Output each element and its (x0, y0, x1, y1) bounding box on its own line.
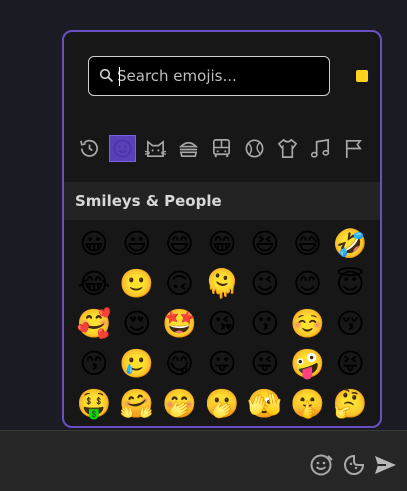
emoji-cell[interactable]: 😍 (119, 305, 155, 341)
emoji-cell[interactable]: 😶 (290, 425, 326, 426)
emoji-cell[interactable]: 😂 (76, 265, 112, 301)
emoji-picker: Smileys & People 😀😃😄😁😆😅🤣 😂🙂🙃🫠😉😊😇 🥰😍🤩😘😗☺️😚 😙… (62, 30, 382, 428)
emoji-cell[interactable]: 🤭 (161, 385, 197, 421)
flag-icon (345, 139, 362, 159)
emoji-cell[interactable]: ☺️ (290, 305, 326, 341)
emoji-cell[interactable]: 🤨 (161, 425, 197, 426)
text-caret (119, 67, 120, 86)
ball-icon (245, 139, 264, 158)
emoji-cell[interactable]: 🤑 (76, 385, 112, 421)
music-note-icon (310, 138, 330, 158)
search-box[interactable] (88, 56, 330, 96)
tab-music-note[interactable] (307, 135, 334, 162)
burger-icon (178, 141, 199, 157)
tab-smiley[interactable] (109, 135, 136, 162)
emoji-cell[interactable]: 😀 (76, 225, 112, 261)
emoji-cell[interactable]: 😜 (247, 345, 283, 381)
emoji-cell[interactable]: 🥲 (119, 345, 155, 381)
emoji-cell[interactable]: 😝 (332, 345, 368, 381)
emoji-cell[interactable]: 😉 (247, 265, 283, 301)
emoji-cell[interactable]: 🙃 (161, 265, 197, 301)
emoji-cell[interactable]: 😋 (161, 345, 197, 381)
emoji-cell[interactable]: 🤣 (332, 225, 368, 261)
section-header: Smileys & People (64, 182, 380, 220)
emoji-cell[interactable]: 🤫 (290, 385, 326, 421)
search-input[interactable] (117, 57, 322, 95)
emoji-cell[interactable]: 🫠 (204, 265, 240, 301)
emoji-cell[interactable]: 🤗 (119, 385, 155, 421)
emoji-cell[interactable]: 😅 (290, 225, 326, 261)
smiley-icon (113, 139, 132, 158)
emoji-cell[interactable]: 😄 (161, 225, 197, 261)
tab-bus[interactable] (208, 135, 235, 162)
emoji-cell[interactable]: 🫢 (204, 385, 240, 421)
emoji-cell[interactable]: 😃 (119, 225, 155, 261)
tab-flag[interactable] (340, 135, 367, 162)
emoji-cell[interactable]: 🤩 (161, 305, 197, 341)
gif-sticker-icon[interactable] (308, 452, 334, 478)
tab-clock-history[interactable] (76, 135, 103, 162)
emoji-cell[interactable]: 😚 (332, 305, 368, 341)
tab-shirt[interactable] (274, 135, 301, 162)
emoji-cell[interactable]: 😛 (204, 345, 240, 381)
emoji-grid: 😀😃😄😁😆😅🤣 😂🙂🙃🫠😉😊😇 🥰😍🤩😘😗☺️😚 😙🥲😋😛😜🤪😝 🤑🤗🤭🫢🫣🤫🤔 🫡 🤐 🤨 😐… (64, 220, 380, 426)
emoji-cell[interactable]: 😘 (204, 305, 240, 341)
emoji-cell[interactable]: 🤪 (290, 345, 326, 381)
emoji-cell[interactable]: 🫥 (332, 425, 368, 426)
emoji-cell[interactable]: 🥰 (76, 305, 112, 341)
tab-ball[interactable] (241, 135, 268, 162)
emoji-sticker-icon[interactable] (341, 452, 367, 478)
emoji-cell[interactable]: 🫡 (76, 425, 112, 426)
shirt-icon (277, 138, 298, 158)
tab-burger[interactable] (175, 135, 202, 162)
emoji-cell[interactable]: 🤐 (119, 425, 155, 426)
cat-icon (144, 140, 167, 157)
emoji-cell[interactable]: 😁 (204, 225, 240, 261)
emoji-cell[interactable]: 😆 (247, 225, 283, 261)
skin-tone-selector[interactable] (356, 70, 368, 82)
tab-cat[interactable] (142, 135, 169, 162)
emoji-cell[interactable]: 😇 (332, 265, 368, 301)
emoji-cell[interactable]: 😐 (204, 425, 240, 426)
search-icon (99, 68, 114, 83)
emoji-cell[interactable]: 🤔 (332, 385, 368, 421)
bus-icon (213, 139, 230, 158)
emoji-cell[interactable]: 🙂 (119, 265, 155, 301)
clock-history-icon (80, 139, 99, 157)
emoji-cell[interactable]: 🫣 (247, 385, 283, 421)
send-icon[interactable] (372, 452, 398, 478)
emoji-cell[interactable]: 😊 (290, 265, 326, 301)
emoji-cell[interactable]: 😑 (247, 425, 283, 426)
emoji-cell[interactable]: 😙 (76, 345, 112, 381)
emoji-cell[interactable]: 😗 (247, 305, 283, 341)
